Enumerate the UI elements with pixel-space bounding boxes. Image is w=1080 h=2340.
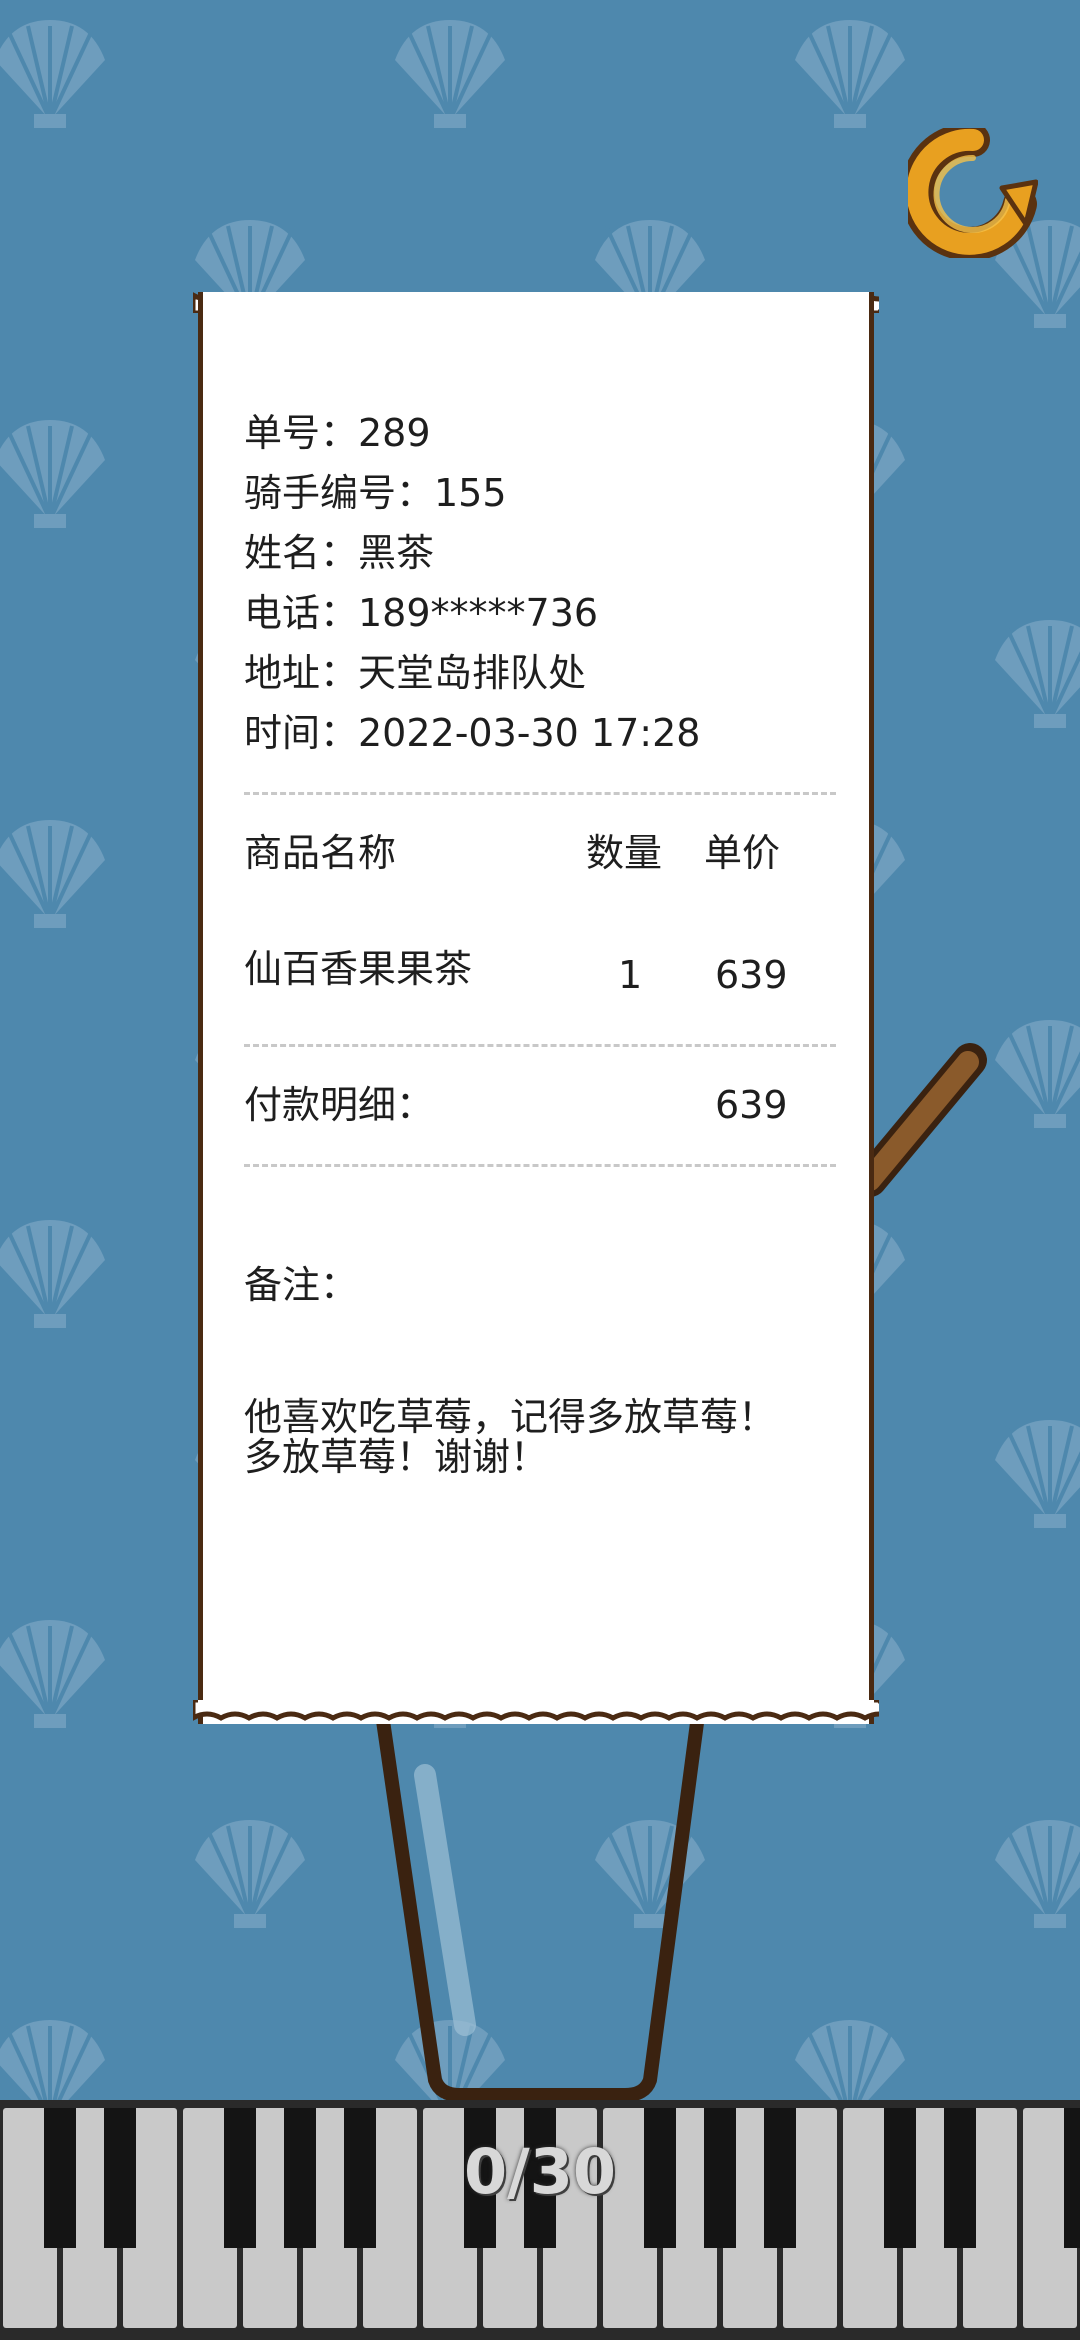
item-price: 639 [715, 953, 788, 997]
remark-text-line-2: 多放草莓！谢谢！ [244, 1435, 549, 1479]
piano-black-key[interactable] [224, 2108, 256, 2248]
item-name: 仙百香果果茶 [244, 947, 473, 991]
piano-black-key[interactable] [764, 2108, 796, 2248]
column-header-qty: 数量 [586, 831, 663, 875]
piano-black-key[interactable] [944, 2108, 976, 2248]
column-header-price: 单价 [704, 831, 781, 875]
order-time: 时间：2022-03-30 17:28 [244, 711, 701, 755]
piano-black-key[interactable] [704, 2108, 736, 2248]
piano-black-key[interactable] [44, 2108, 76, 2248]
divider [244, 792, 836, 795]
payment-label: 付款明细： [244, 1083, 435, 1127]
customer-name: 姓名：黑茶 [244, 531, 435, 575]
piano-black-key[interactable] [884, 2108, 916, 2248]
receipt-bottom-edge [193, 1700, 879, 1721]
piano-black-key[interactable] [644, 2108, 676, 2248]
customer-address: 地址：天堂岛排队处 [244, 651, 587, 695]
piano-black-key[interactable] [104, 2108, 136, 2248]
piano-black-key[interactable] [344, 2108, 376, 2248]
score-counter: 0/30 [463, 2135, 617, 2208]
column-header-name: 商品名称 [244, 831, 397, 875]
divider [244, 1044, 836, 1047]
restart-button[interactable] [900, 122, 1039, 261]
payment-total: 639 [715, 1083, 788, 1127]
piano-black-key[interactable] [284, 2108, 316, 2248]
rider-number: 骑手编号：155 [244, 471, 507, 515]
item-qty: 1 [618, 953, 643, 997]
remark-label: 备注： [244, 1263, 359, 1307]
restart-arrow-icon [900, 122, 1039, 261]
customer-phone: 电话：189*****736 [244, 591, 599, 635]
piano-black-key[interactable] [1064, 2108, 1080, 2248]
remark-text-line-1: 他喜欢吃草莓，记得多放草莓！ [244, 1395, 777, 1439]
order-number: 单号：289 [244, 411, 431, 455]
divider [244, 1164, 836, 1167]
